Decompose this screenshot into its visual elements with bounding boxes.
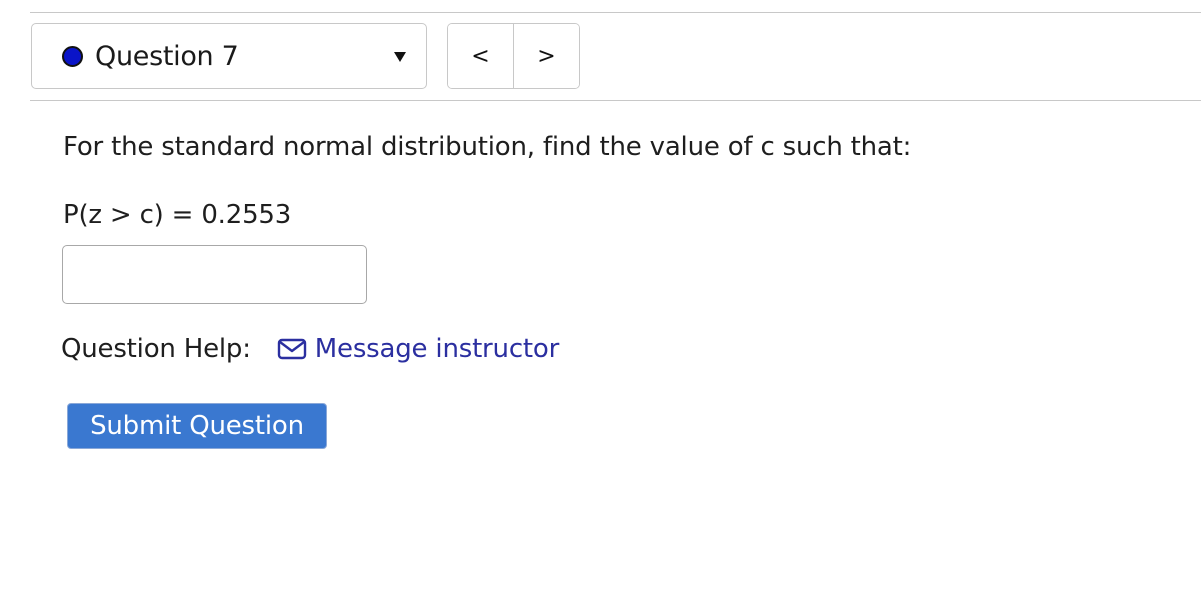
question-help: Question Help: Message instructor (61, 334, 559, 364)
question-prompt: For the standard normal distribution, fi… (63, 132, 912, 162)
submit-question-button[interactable]: Submit Question (67, 403, 327, 449)
header-divider (30, 100, 1201, 101)
question-nav-group: < > (447, 23, 580, 89)
question-select[interactable]: Question 7 (31, 23, 427, 89)
top-divider (30, 12, 1201, 13)
probability-expression: P(z > c) = 0.2553 (63, 200, 292, 230)
dropdown-caret-icon (394, 52, 406, 62)
question-status-dot (62, 45, 83, 67)
question-select-label: Question 7 (95, 40, 239, 72)
previous-question-button[interactable]: < (448, 24, 513, 88)
answer-input[interactable] (62, 245, 367, 304)
question-page: Question 7 < > For the standard normal d… (0, 0, 1201, 592)
next-question-button[interactable]: > (513, 24, 579, 88)
message-instructor-link[interactable]: Message instructor (315, 334, 560, 364)
chevron-right-icon: > (537, 43, 556, 69)
question-help-label: Question Help: (61, 334, 251, 364)
chevron-left-icon: < (471, 43, 490, 69)
envelope-icon[interactable] (277, 338, 307, 360)
